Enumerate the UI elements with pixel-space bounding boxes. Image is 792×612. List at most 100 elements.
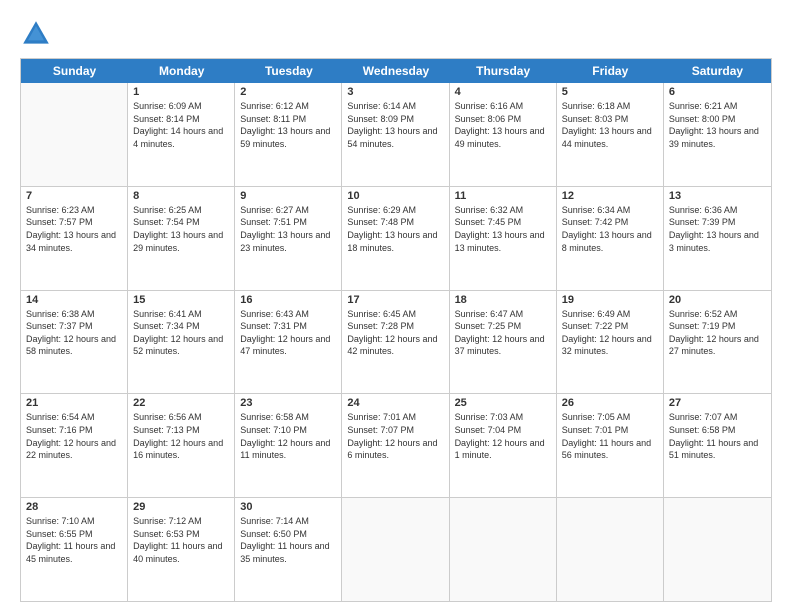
calendar-cell-19: 19 Sunrise: 6:49 AMSunset: 7:22 PMDayligh…	[557, 291, 664, 394]
logo-icon	[20, 18, 52, 50]
day-number: 8	[133, 190, 229, 202]
day-number: 29	[133, 501, 229, 513]
day-number: 15	[133, 294, 229, 306]
calendar-cell-29: 29 Sunrise: 7:12 AMSunset: 6:53 PMDayligh…	[128, 498, 235, 601]
day-info: Sunrise: 6:43 AMSunset: 7:31 PMDaylight:…	[240, 308, 336, 358]
calendar-cell-13: 13Sunrise: 6:36 AMSunset: 7:39 PMDayligh…	[664, 187, 771, 290]
day-info: Sunrise: 7:05 AMSunset: 7:01 PMDaylight:…	[562, 411, 658, 461]
day-number: 20	[669, 294, 766, 306]
calendar-cell-23: 23 Sunrise: 6:58 AMSunset: 7:10 PMDayligh…	[235, 394, 342, 497]
calendar: SundayMondayTuesdayWednesdayThursdayFrid…	[20, 58, 772, 602]
day-number: 9	[240, 190, 336, 202]
day-info: Sunrise: 7:01 AMSunset: 7:07 PMDaylight:…	[347, 411, 443, 461]
calendar-cell-6: 6Sunrise: 6:21 AMSunset: 8:00 PMDaylight…	[664, 83, 771, 186]
calendar-row-1: 1 Sunrise: 6:09 AMSunset: 8:14 PMDaylight…	[21, 83, 771, 187]
logo	[20, 18, 56, 50]
day-number: 19	[562, 294, 658, 306]
day-number: 23	[240, 397, 336, 409]
day-number: 11	[455, 190, 551, 202]
calendar-cell-26: 26Sunrise: 7:05 AMSunset: 7:01 PMDayligh…	[557, 394, 664, 497]
calendar-cell-empty	[557, 498, 664, 601]
day-number: 7	[26, 190, 122, 202]
day-number: 1	[133, 86, 229, 98]
weekday-header-wednesday: Wednesday	[342, 59, 449, 83]
day-info: Sunrise: 6:52 AMSunset: 7:19 PMDaylight:…	[669, 308, 766, 358]
day-info: Sunrise: 6:54 AMSunset: 7:16 PMDaylight:…	[26, 411, 122, 461]
day-number: 25	[455, 397, 551, 409]
day-info: Sunrise: 6:25 AMSunset: 7:54 PMDaylight:…	[133, 204, 229, 254]
day-info: Sunrise: 6:09 AMSunset: 8:14 PMDaylight:…	[133, 100, 229, 150]
calendar-cell-4: 4 Sunrise: 6:16 AMSunset: 8:06 PMDaylight…	[450, 83, 557, 186]
calendar-cell-1: 1 Sunrise: 6:09 AMSunset: 8:14 PMDaylight…	[128, 83, 235, 186]
weekday-header-monday: Monday	[128, 59, 235, 83]
day-number: 10	[347, 190, 443, 202]
day-number: 27	[669, 397, 766, 409]
day-info: Sunrise: 6:36 AMSunset: 7:39 PMDaylight:…	[669, 204, 766, 254]
calendar-cell-25: 25 Sunrise: 7:03 AMSunset: 7:04 PMDayligh…	[450, 394, 557, 497]
calendar-cell-17: 17Sunrise: 6:45 AMSunset: 7:28 PMDayligh…	[342, 291, 449, 394]
day-info: Sunrise: 6:34 AMSunset: 7:42 PMDaylight:…	[562, 204, 658, 254]
calendar-cell-empty	[21, 83, 128, 186]
day-number: 24	[347, 397, 443, 409]
weekday-header-friday: Friday	[557, 59, 664, 83]
day-info: Sunrise: 7:03 AMSunset: 7:04 PMDaylight:…	[455, 411, 551, 461]
day-number: 22	[133, 397, 229, 409]
calendar-header: SundayMondayTuesdayWednesdayThursdayFrid…	[21, 59, 771, 83]
day-info: Sunrise: 6:18 AMSunset: 8:03 PMDaylight:…	[562, 100, 658, 150]
day-info: Sunrise: 6:38 AMSunset: 7:37 PMDaylight:…	[26, 308, 122, 358]
weekday-header-tuesday: Tuesday	[235, 59, 342, 83]
day-info: Sunrise: 7:07 AMSunset: 6:58 PMDaylight:…	[669, 411, 766, 461]
calendar-cell-20: 20 Sunrise: 6:52 AMSunset: 7:19 PMDayligh…	[664, 291, 771, 394]
day-info: Sunrise: 6:47 AMSunset: 7:25 PMDaylight:…	[455, 308, 551, 358]
calendar-row-3: 14 Sunrise: 6:38 AMSunset: 7:37 PMDayligh…	[21, 291, 771, 395]
calendar-cell-8: 8 Sunrise: 6:25 AMSunset: 7:54 PMDaylight…	[128, 187, 235, 290]
page: SundayMondayTuesdayWednesdayThursdayFrid…	[0, 0, 792, 612]
day-number: 18	[455, 294, 551, 306]
weekday-header-sunday: Sunday	[21, 59, 128, 83]
calendar-cell-12: 12 Sunrise: 6:34 AMSunset: 7:42 PMDayligh…	[557, 187, 664, 290]
day-info: Sunrise: 6:12 AMSunset: 8:11 PMDaylight:…	[240, 100, 336, 150]
day-info: Sunrise: 6:29 AMSunset: 7:48 PMDaylight:…	[347, 204, 443, 254]
day-number: 21	[26, 397, 122, 409]
day-number: 2	[240, 86, 336, 98]
calendar-cell-15: 15 Sunrise: 6:41 AMSunset: 7:34 PMDayligh…	[128, 291, 235, 394]
day-number: 5	[562, 86, 658, 98]
weekday-header-saturday: Saturday	[664, 59, 771, 83]
day-info: Sunrise: 7:12 AMSunset: 6:53 PMDaylight:…	[133, 515, 229, 565]
day-info: Sunrise: 6:41 AMSunset: 7:34 PMDaylight:…	[133, 308, 229, 358]
day-info: Sunrise: 6:58 AMSunset: 7:10 PMDaylight:…	[240, 411, 336, 461]
day-info: Sunrise: 6:49 AMSunset: 7:22 PMDaylight:…	[562, 308, 658, 358]
calendar-cell-30: 30 Sunrise: 7:14 AMSunset: 6:50 PMDayligh…	[235, 498, 342, 601]
day-info: Sunrise: 6:14 AMSunset: 8:09 PMDaylight:…	[347, 100, 443, 150]
day-info: Sunrise: 6:56 AMSunset: 7:13 PMDaylight:…	[133, 411, 229, 461]
calendar-cell-empty	[664, 498, 771, 601]
day-number: 12	[562, 190, 658, 202]
day-info: Sunrise: 7:14 AMSunset: 6:50 PMDaylight:…	[240, 515, 336, 565]
calendar-cell-22: 22 Sunrise: 6:56 AMSunset: 7:13 PMDayligh…	[128, 394, 235, 497]
day-number: 16	[240, 294, 336, 306]
day-info: Sunrise: 6:16 AMSunset: 8:06 PMDaylight:…	[455, 100, 551, 150]
day-number: 14	[26, 294, 122, 306]
calendar-cell-empty	[450, 498, 557, 601]
calendar-cell-27: 27 Sunrise: 7:07 AMSunset: 6:58 PMDayligh…	[664, 394, 771, 497]
calendar-cell-18: 18 Sunrise: 6:47 AMSunset: 7:25 PMDayligh…	[450, 291, 557, 394]
calendar-cell-5: 5 Sunrise: 6:18 AMSunset: 8:03 PMDaylight…	[557, 83, 664, 186]
day-info: Sunrise: 6:23 AMSunset: 7:57 PMDaylight:…	[26, 204, 122, 254]
calendar-cell-28: 28Sunrise: 7:10 AMSunset: 6:55 PMDayligh…	[21, 498, 128, 601]
day-number: 4	[455, 86, 551, 98]
calendar-cell-21: 21 Sunrise: 6:54 AMSunset: 7:16 PMDayligh…	[21, 394, 128, 497]
calendar-row-2: 7 Sunrise: 6:23 AMSunset: 7:57 PMDaylight…	[21, 187, 771, 291]
day-number: 17	[347, 294, 443, 306]
day-number: 30	[240, 501, 336, 513]
calendar-cell-10: 10 Sunrise: 6:29 AMSunset: 7:48 PMDayligh…	[342, 187, 449, 290]
calendar-cell-16: 16 Sunrise: 6:43 AMSunset: 7:31 PMDayligh…	[235, 291, 342, 394]
day-number: 28	[26, 501, 122, 513]
calendar-cell-14: 14 Sunrise: 6:38 AMSunset: 7:37 PMDayligh…	[21, 291, 128, 394]
calendar-cell-24: 24 Sunrise: 7:01 AMSunset: 7:07 PMDayligh…	[342, 394, 449, 497]
calendar-row-4: 21 Sunrise: 6:54 AMSunset: 7:16 PMDayligh…	[21, 394, 771, 498]
day-info: Sunrise: 6:32 AMSunset: 7:45 PMDaylight:…	[455, 204, 551, 254]
calendar-row-5: 28Sunrise: 7:10 AMSunset: 6:55 PMDayligh…	[21, 498, 771, 601]
calendar-cell-2: 2 Sunrise: 6:12 AMSunset: 8:11 PMDaylight…	[235, 83, 342, 186]
calendar-body: 1 Sunrise: 6:09 AMSunset: 8:14 PMDaylight…	[21, 83, 771, 601]
calendar-cell-7: 7 Sunrise: 6:23 AMSunset: 7:57 PMDaylight…	[21, 187, 128, 290]
